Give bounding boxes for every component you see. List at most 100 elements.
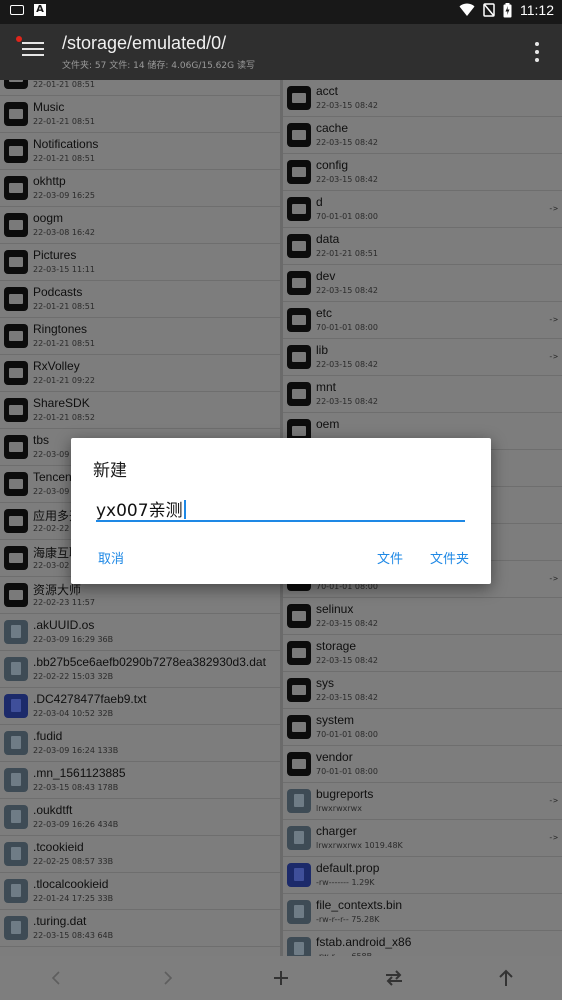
- swap-icon: [386, 970, 402, 986]
- folder-icon: [287, 641, 311, 665]
- file-row[interactable]: .akUUID.os 22-03-09 16:29 36B: [0, 614, 280, 651]
- file-row[interactable]: file_contexts.bin -rw-r--r-- 75.28K: [283, 894, 562, 931]
- item-name: .DC4278477faeb9.txt: [33, 692, 147, 706]
- folder-icon: [4, 398, 28, 422]
- swap-panes-button[interactable]: [382, 966, 406, 990]
- file-row[interactable]: .turing.dat 22-03-15 08:43 64B: [0, 910, 280, 947]
- up-directory-button[interactable]: [494, 966, 518, 990]
- back-button[interactable]: [44, 966, 68, 990]
- file-row[interactable]: .bb27b5ce6aefb0290b7278ea382930d3.dat 22-…: [0, 651, 280, 688]
- folder-row[interactable]: Notifications 22-01-21 08:51: [0, 133, 280, 170]
- folder-row[interactable]: sys 22-03-15 08:42: [283, 672, 562, 709]
- folder-row[interactable]: lib 22-03-15 08:42 ->: [283, 339, 562, 376]
- folder-row[interactable]: dev 22-03-15 08:42: [283, 265, 562, 302]
- item-meta: 22-03-15 08:42: [316, 286, 378, 295]
- folder-icon: [287, 271, 311, 295]
- item-name: charger: [316, 824, 357, 838]
- folder-icon: [4, 583, 28, 607]
- folder-icon: [287, 308, 311, 332]
- folder-icon: [4, 324, 28, 348]
- folder-row[interactable]: vendor 70-01-01 08:00: [283, 746, 562, 783]
- item-name: tbs: [33, 433, 50, 447]
- folder-row[interactable]: data 22-01-21 08:51: [283, 228, 562, 265]
- create-file-button[interactable]: 文件: [377, 548, 403, 567]
- add-button[interactable]: [269, 966, 293, 990]
- file-row[interactable]: .oukdtft 22-03-09 16:26 434B: [0, 799, 280, 836]
- file-icon: [4, 916, 28, 940]
- file-row[interactable]: .mn_1561123885 22-03-15 08:43 178B: [0, 762, 280, 799]
- item-name: default.prop: [316, 861, 380, 875]
- item-name: Pictures: [33, 248, 77, 262]
- folder-row[interactable]: Pictures 22-03-15 11:11: [0, 244, 280, 281]
- folder-icon: [4, 546, 28, 570]
- file-row[interactable]: charger lrwxrwxrwx 1019.48K ->: [283, 820, 562, 857]
- symlink-indicator: ->: [548, 352, 558, 361]
- folder-row[interactable]: Podcasts 22-01-21 08:51: [0, 281, 280, 318]
- item-meta: 22-03-15 08:42: [316, 138, 378, 147]
- file-row[interactable]: .DC4278477faeb9.txt 22-03-04 10:52 32B: [0, 688, 280, 725]
- file-icon: [4, 842, 28, 866]
- storage-summary: 文件夹: 57 文件: 14 储存: 4.06G/15.62G 读写: [62, 61, 255, 71]
- item-meta: 22-03-15 08:43 178B: [33, 783, 119, 792]
- folder-icon: [4, 213, 28, 237]
- file-icon: [4, 657, 28, 681]
- folder-row[interactable]: storage 22-03-15 08:42: [283, 635, 562, 672]
- plus-icon: [274, 971, 288, 985]
- file-row[interactable]: .tlocalcookieid 22-01-24 17:25 33B: [0, 873, 280, 910]
- folder-row[interactable]: mnt 22-03-15 08:42: [283, 376, 562, 413]
- item-meta: 22-03-15 08:42: [316, 693, 378, 702]
- item-meta: 22-01-24 17:25 33B: [33, 894, 114, 903]
- chevron-left-icon: [51, 971, 60, 985]
- item-name: .fudid: [33, 729, 63, 743]
- item-name: config: [316, 158, 349, 172]
- item-meta: 22-02-25 08:57 33B: [33, 857, 114, 866]
- file-row[interactable]: bugreports lrwxrwxrwx ->: [283, 783, 562, 820]
- arrow-up-icon: [499, 969, 513, 986]
- file-row[interactable]: .fudid 22-03-09 16:24 133B: [0, 725, 280, 762]
- folder-icon: [287, 752, 311, 776]
- more-options-button[interactable]: [534, 42, 540, 62]
- item-name: .turing.dat: [33, 914, 87, 928]
- folder-row[interactable]: etc 70-01-01 08:00 ->: [283, 302, 562, 339]
- item-meta: 22-03-15 08:42: [316, 619, 378, 628]
- folder-row[interactable]: Music 22-01-21 08:51: [0, 96, 280, 133]
- forward-button[interactable]: [156, 966, 180, 990]
- folder-row[interactable]: system 70-01-01 08:00: [283, 709, 562, 746]
- item-name: fstab.android_x86: [316, 935, 412, 949]
- clock: 11:12: [520, 2, 554, 18]
- name-input-value[interactable]: yx007亲测: [96, 496, 186, 521]
- file-icon: [287, 826, 311, 850]
- folder-row[interactable]: oogm 22-03-08 16:42: [0, 207, 280, 244]
- item-name: file_contexts.bin: [316, 898, 403, 912]
- folder-row[interactable]: ShareSDK 22-01-21 08:52: [0, 392, 280, 429]
- file-row[interactable]: .tcookieid 22-02-25 08:57 33B: [0, 836, 280, 873]
- item-meta: 22-01-21 08:51: [33, 154, 95, 163]
- folder-row[interactable]: d 70-01-01 08:00 ->: [283, 191, 562, 228]
- create-folder-button[interactable]: 文件夹: [430, 548, 469, 567]
- folder-icon: [4, 250, 28, 274]
- item-meta: 22-03-04 10:52 32B: [33, 709, 114, 718]
- item-name: RxVolley: [33, 359, 80, 373]
- folder-row[interactable]: acct 22-03-15 08:42: [283, 80, 562, 117]
- folder-row[interactable]: Ringtones 22-01-21 08:51: [0, 318, 280, 355]
- item-meta: 22-03-15 08:42: [316, 101, 378, 110]
- folder-row[interactable]: cache 22-03-15 08:42: [283, 117, 562, 154]
- item-meta: 22-03-15 08:43 64B: [33, 931, 114, 940]
- folder-row[interactable]: Movies22-01-21 08:51: [0, 80, 280, 96]
- cancel-button[interactable]: 取消: [98, 548, 124, 567]
- folder-icon: [287, 123, 311, 147]
- menu-button[interactable]: [22, 42, 44, 60]
- file-row[interactable]: fstab.android_x86-rw-r----- 658B: [283, 931, 562, 956]
- battery-charging-icon: [503, 2, 512, 17]
- item-name: okhttp: [33, 174, 66, 188]
- folder-row[interactable]: RxVolley 22-01-21 09:22: [0, 355, 280, 392]
- folder-row[interactable]: config 22-03-15 08:42: [283, 154, 562, 191]
- folder-row[interactable]: okhttp 22-03-09 16:25: [0, 170, 280, 207]
- file-row[interactable]: default.prop -rw------- 1.29K: [283, 857, 562, 894]
- symlink-indicator: ->: [548, 574, 558, 583]
- item-name: .tcookieid: [33, 840, 84, 854]
- item-meta: 22-03-08 16:42: [33, 228, 95, 237]
- folder-row[interactable]: selinux 22-03-15 08:42: [283, 598, 562, 635]
- folder-icon: [287, 382, 311, 406]
- item-meta: 22-03-09 16:24 133B: [33, 746, 119, 755]
